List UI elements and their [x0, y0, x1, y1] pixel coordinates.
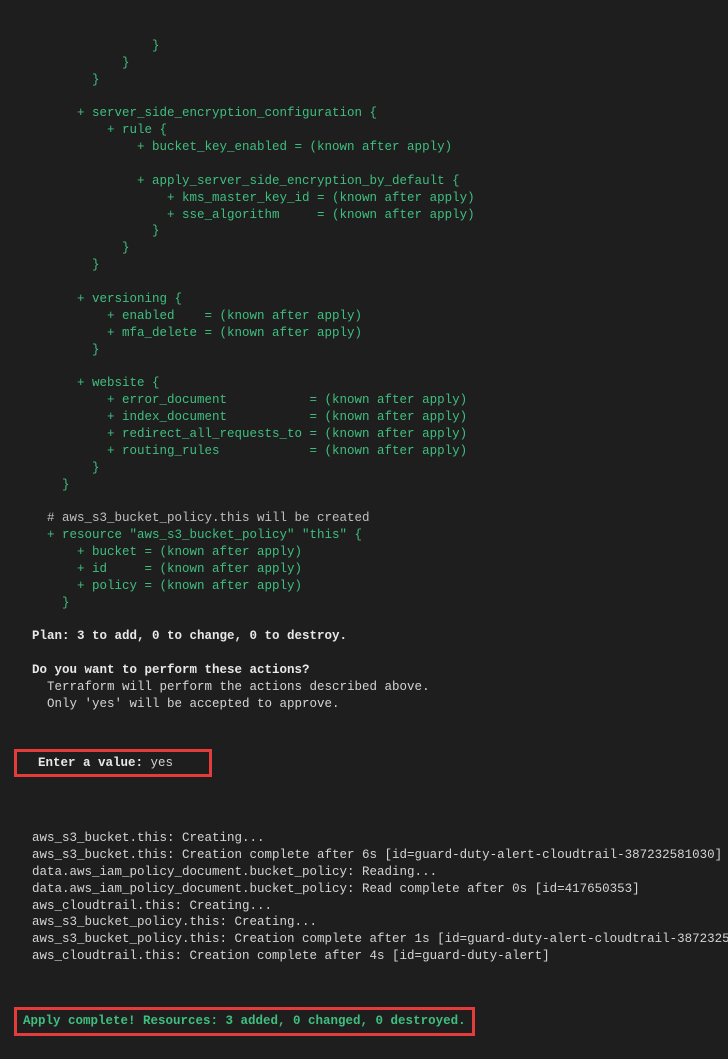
- sse-rule: + rule {: [32, 123, 167, 137]
- website-redirect: + redirect_all_requests_to = (known afte…: [32, 427, 467, 441]
- sse-default-open: + apply_server_side_encryption_by_defaul…: [32, 174, 460, 188]
- brace-line: }: [32, 56, 130, 70]
- enter-value-input[interactable]: yes: [143, 756, 173, 770]
- website-error-doc: + error_document = (known after apply): [32, 393, 467, 407]
- log-line: aws_cloudtrail.this: Creation complete a…: [32, 949, 550, 963]
- plan-summary: Plan: 3 to add, 0 to change, 0 to destro…: [32, 629, 347, 643]
- sse-kms: + kms_master_key_id = (known after apply…: [32, 191, 475, 205]
- bucket-policy-comment: # aws_s3_bucket_policy.this will be crea…: [32, 511, 370, 525]
- terminal-output: } } } + server_side_encryption_configura…: [0, 0, 728, 1059]
- log-line: aws_s3_bucket_policy.this: Creating...: [32, 915, 317, 929]
- brace-line: }: [32, 258, 100, 272]
- sse-bucket-key: + bucket_key_enabled = (known after appl…: [32, 140, 452, 154]
- sse-block-open: + server_side_encryption_configuration {: [32, 106, 377, 120]
- brace-line: }: [32, 478, 70, 492]
- bucket-policy-policy: + policy = (known after apply): [32, 579, 302, 593]
- versioning-mfa: + mfa_delete = (known after apply): [32, 326, 362, 340]
- brace-line: }: [32, 596, 70, 610]
- enter-value-label: Enter a value:: [23, 756, 143, 770]
- log-line: data.aws_iam_policy_document.bucket_poli…: [32, 882, 640, 896]
- brace-line: }: [32, 39, 160, 53]
- brace-line: }: [32, 73, 100, 87]
- website-routing: + routing_rules = (known after apply): [32, 444, 467, 458]
- enter-value-highlight-box: Enter a value: yes: [14, 749, 212, 778]
- confirm-desc: Terraform will perform the actions descr…: [32, 680, 430, 694]
- website-open: + website {: [32, 376, 160, 390]
- bucket-policy-id: + id = (known after apply): [32, 562, 302, 576]
- versioning-open: + versioning {: [32, 292, 182, 306]
- confirm-question: Do you want to perform these actions?: [32, 663, 310, 677]
- bucket-policy-resource: + resource "aws_s3_bucket_policy" "this"…: [32, 528, 362, 542]
- brace-line: }: [32, 241, 130, 255]
- log-line: data.aws_iam_policy_document.bucket_poli…: [32, 865, 437, 879]
- brace-line: }: [32, 461, 100, 475]
- versioning-enabled: + enabled = (known after apply): [32, 309, 362, 323]
- log-line: aws_cloudtrail.this: Creating...: [32, 899, 272, 913]
- apply-complete-highlight-box: Apply complete! Resources: 3 added, 0 ch…: [14, 1007, 475, 1036]
- sse-alg: + sse_algorithm = (known after apply): [32, 208, 475, 222]
- brace-line: }: [32, 224, 160, 238]
- log-line: aws_s3_bucket.this: Creation complete af…: [32, 848, 722, 862]
- bucket-policy-bucket: + bucket = (known after apply): [32, 545, 302, 559]
- log-line: aws_s3_bucket_policy.this: Creation comp…: [32, 932, 728, 946]
- apply-complete-message: Apply complete! Resources: 3 added, 0 ch…: [23, 1014, 466, 1028]
- brace-line: }: [32, 343, 100, 357]
- log-line: aws_s3_bucket.this: Creating...: [32, 831, 265, 845]
- confirm-only-yes: Only 'yes' will be accepted to approve.: [32, 697, 340, 711]
- website-index-doc: + index_document = (known after apply): [32, 410, 467, 424]
